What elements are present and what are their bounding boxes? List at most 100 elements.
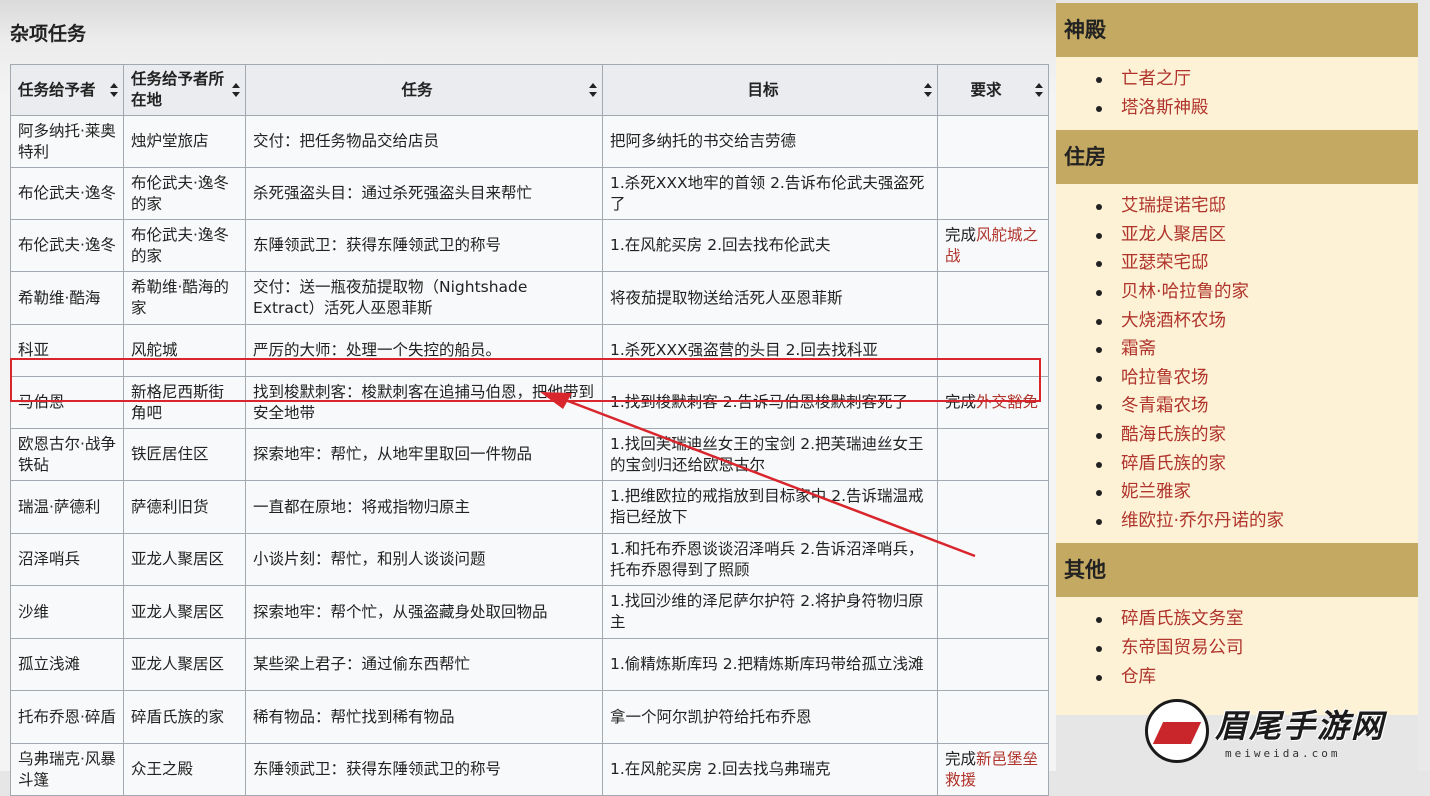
sort-icon[interactable] bbox=[232, 83, 241, 97]
table-row: 乌弗瑞克·风暴斗篷 众王之殿 东陲领武卫：获得东陲领武卫的称号 1.在风舵买房 2.回… bbox=[10, 743, 1049, 796]
table-row: 欧恩古尔·战争铁砧 铁匠居住区 探索地牢：帮忙，从地牢里取回一件物品 1.找回芙瑞迪丝… bbox=[10, 428, 1049, 481]
cell-goal: 1.找回沙维的泽尼萨尔护符 2.将护身符物归原主 bbox=[602, 585, 938, 639]
cell-requirement bbox=[937, 638, 1049, 691]
cell-goal: 1.在风舵买房 2.回去找布伦武夫 bbox=[602, 219, 938, 272]
cell-quest: 东陲领武卫：获得东陲领武卫的称号 bbox=[245, 219, 603, 272]
col-header-label: 任务给予者所在地 bbox=[131, 70, 225, 109]
sort-icon[interactable] bbox=[110, 83, 119, 97]
col-header-label: 任务 bbox=[401, 80, 433, 99]
watermark-text: 眉尾手游网 bbox=[1215, 707, 1386, 745]
cell-goal: 1.偷精炼斯库玛 2.把精炼斯库玛带给孤立浅滩 bbox=[602, 638, 938, 691]
cell-goal: 1.杀死XXX强盗营的头目 2.回去找科亚 bbox=[602, 324, 938, 377]
sidebar-link[interactable]: 哈拉鲁农场 bbox=[1056, 364, 1418, 393]
requirement-link[interactable]: 外交豁免 bbox=[976, 393, 1038, 411]
table-row: 布伦武夫·逸冬 布伦武夫·逸冬的家 杀死强盗头目：通过杀死强盗头目来帮忙 1.杀死XX… bbox=[10, 167, 1049, 220]
cell-requirement bbox=[937, 271, 1049, 325]
cell-requirement: 完成外交豁免 bbox=[937, 376, 1049, 429]
cell-giver: 希勒维·酷海 bbox=[10, 271, 124, 325]
cell-quest: 东陲领武卫：获得东陲领武卫的称号 bbox=[245, 743, 603, 796]
cell-quest: 一直都在原地：将戒指物归原主 bbox=[245, 480, 603, 534]
cell-location: 布伦武夫·逸冬的家 bbox=[123, 219, 246, 272]
cell-giver: 乌弗瑞克·风暴斗篷 bbox=[10, 743, 124, 796]
table-row: 孤立浅滩 亚龙人聚居区 某些梁上君子：通过偷东西帮忙 1.偷精炼斯库玛 2.把精炼斯库… bbox=[10, 638, 1049, 691]
watermark-url: meiweida.com bbox=[1225, 747, 1341, 760]
col-header-label: 要求 bbox=[970, 80, 1002, 99]
cell-location: 铁匠居住区 bbox=[123, 428, 246, 481]
col-header-location[interactable]: 任务给予者所在地 bbox=[123, 64, 246, 116]
sidebar-link[interactable]: 冬青霜农场 bbox=[1056, 392, 1418, 421]
cell-goal: 1.找到梭默刺客 2.告诉马伯恩梭默刺客死了 bbox=[602, 376, 938, 429]
cell-quest: 探索地牢：帮个忙，从强盗藏身处取回物品 bbox=[245, 585, 603, 639]
cell-location: 风舵城 bbox=[123, 324, 246, 377]
col-header-quest[interactable]: 任务 bbox=[245, 64, 603, 116]
sidebar-link[interactable]: 碎盾氏族的家 bbox=[1056, 450, 1418, 479]
sidebar-link[interactable]: 东帝国贸易公司 bbox=[1056, 634, 1418, 663]
sidebar-link[interactable]: 酷海氏族的家 bbox=[1056, 421, 1418, 450]
sidebar: 神殿 亡者之厅 塔洛斯神殿 住房 艾瑞提诺宅邸 亚龙人聚居区 亚瑟荣宅邸 贝林·哈拉鲁的家 大烧… bbox=[1056, 3, 1418, 715]
sidebar-link[interactable]: 贝林·哈拉鲁的家 bbox=[1056, 278, 1418, 307]
table-row: 托布乔恩·碎盾 碎盾氏族的家 稀有物品：帮忙找到稀有物品 拿一个阿尔凯护符给托布乔恩 bbox=[10, 690, 1049, 744]
col-header-goal[interactable]: 目标 bbox=[602, 64, 938, 116]
sort-icon[interactable] bbox=[924, 83, 933, 97]
sidebar-section-title: 神殿 bbox=[1056, 3, 1418, 57]
cell-location: 碎盾氏族的家 bbox=[123, 690, 246, 744]
cell-requirement: 完成风舵城之战 bbox=[937, 219, 1049, 272]
requirement-prefix: 完成 bbox=[945, 749, 977, 768]
cell-goal: 1.和托布乔恩谈谈沼泽哨兵 2.告诉沼泽哨兵，托布乔恩得到了照顾 bbox=[602, 533, 938, 586]
col-header-requirement[interactable]: 要求 bbox=[937, 64, 1049, 116]
sidebar-link-list: 亡者之厅 塔洛斯神殿 bbox=[1056, 57, 1418, 130]
cell-quest: 杀死强盗头目：通过杀死强盗头目来帮忙 bbox=[245, 167, 603, 220]
table-row: 沙维 亚龙人聚居区 探索地牢：帮个忙，从强盗藏身处取回物品 1.找回沙维的泽尼萨尔护符… bbox=[10, 585, 1049, 639]
sort-icon[interactable] bbox=[589, 83, 598, 97]
cell-location: 希勒维·酷海的家 bbox=[123, 271, 246, 325]
table-row: 阿多纳托·莱奥特利 烛炉堂旅店 交付：把任务物品交给店员 把阿多纳托的书交给吉劳德 bbox=[10, 115, 1049, 168]
cell-requirement bbox=[937, 324, 1049, 377]
table-row: 希勒维·酷海 希勒维·酷海的家 交付：送一瓶夜茄提取物（Nightshade Ext… bbox=[10, 271, 1049, 325]
table-row: 瑞温·萨德利 萨德利旧货 一直都在原地：将戒指物归原主 1.把维欧拉的戒指放到目标家中… bbox=[10, 480, 1049, 534]
cell-location: 亚龙人聚居区 bbox=[123, 533, 246, 586]
sidebar-link[interactable]: 碎盾氏族文务室 bbox=[1056, 605, 1418, 634]
watermark-icon bbox=[1145, 699, 1209, 763]
cell-requirement bbox=[937, 167, 1049, 220]
col-header-label: 目标 bbox=[747, 80, 779, 99]
sidebar-link[interactable]: 亡者之厅 bbox=[1056, 65, 1418, 94]
cell-giver: 阿多纳托·莱奥特利 bbox=[10, 115, 124, 168]
cell-goal: 将夜茄提取物送给活死人巫恩菲斯 bbox=[602, 271, 938, 325]
sidebar-link[interactable]: 霜斋 bbox=[1056, 335, 1418, 364]
cell-location: 亚龙人聚居区 bbox=[123, 585, 246, 639]
sidebar-link[interactable]: 仓库 bbox=[1056, 663, 1418, 692]
sidebar-link[interactable]: 艾瑞提诺宅邸 bbox=[1056, 192, 1418, 221]
table-row: 科亚 风舵城 严厉的大师：处理一个失控的船员。 1.杀死XXX强盗营的头目 2.回去找… bbox=[10, 324, 1049, 377]
cell-location: 众王之殿 bbox=[123, 743, 246, 796]
sidebar-link[interactable]: 亚龙人聚居区 bbox=[1056, 221, 1418, 250]
col-header-label: 任务给予者 bbox=[18, 80, 96, 99]
watermark-logo: 眉尾手游网 meiweida.com bbox=[1145, 695, 1430, 771]
cell-location: 烛炉堂旅店 bbox=[123, 115, 246, 168]
table-row: 马伯恩 新格尼西斯街角吧 找到梭默刺客：梭默刺客在追捕马伯恩，把他带到安全地带 1.找… bbox=[10, 376, 1049, 429]
cell-giver: 布伦武夫·逸冬 bbox=[10, 219, 124, 272]
cell-giver: 欧恩古尔·战争铁砧 bbox=[10, 428, 124, 481]
cell-location: 新格尼西斯街角吧 bbox=[123, 376, 246, 429]
col-header-giver[interactable]: 任务给予者 bbox=[10, 64, 124, 116]
cell-requirement bbox=[937, 533, 1049, 586]
page-edge bbox=[1418, 0, 1430, 771]
requirement-prefix: 完成 bbox=[945, 225, 977, 244]
cell-giver: 沼泽哨兵 bbox=[10, 533, 124, 586]
cell-giver: 布伦武夫·逸冬 bbox=[10, 167, 124, 220]
sidebar-link[interactable]: 大烧酒杯农场 bbox=[1056, 307, 1418, 336]
quest-table: 任务给予者 任务给予者所在地 任务 目标 要求 阿多纳托·莱奥特利 烛炉堂旅店 … bbox=[10, 64, 1049, 796]
cell-quest: 某些梁上君子：通过偷东西帮忙 bbox=[245, 638, 603, 691]
cell-giver: 瑞温·萨德利 bbox=[10, 480, 124, 534]
sidebar-link[interactable]: 妮兰雅家 bbox=[1056, 478, 1418, 507]
table-row: 沼泽哨兵 亚龙人聚居区 小谈片刻：帮忙，和别人谈谈问题 1.和托布乔恩谈谈沼泽哨兵 2… bbox=[10, 533, 1049, 586]
sidebar-link-list: 艾瑞提诺宅邸 亚龙人聚居区 亚瑟荣宅邸 贝林·哈拉鲁的家 大烧酒杯农场 霜斋 哈拉鲁农场 冬青… bbox=[1056, 184, 1418, 543]
cell-requirement bbox=[937, 690, 1049, 744]
table-header-row: 任务给予者 任务给予者所在地 任务 目标 要求 bbox=[10, 64, 1049, 116]
sidebar-link-list: 碎盾氏族文务室 东帝国贸易公司 仓库 bbox=[1056, 597, 1418, 699]
cell-giver: 马伯恩 bbox=[10, 376, 124, 429]
sort-icon[interactable] bbox=[1035, 83, 1044, 97]
sidebar-link[interactable]: 亚瑟荣宅邸 bbox=[1056, 249, 1418, 278]
requirement-prefix: 完成 bbox=[945, 393, 977, 411]
sidebar-link[interactable]: 维欧拉·乔尔丹诺的家 bbox=[1056, 507, 1418, 536]
sidebar-link[interactable]: 塔洛斯神殿 bbox=[1056, 94, 1418, 123]
